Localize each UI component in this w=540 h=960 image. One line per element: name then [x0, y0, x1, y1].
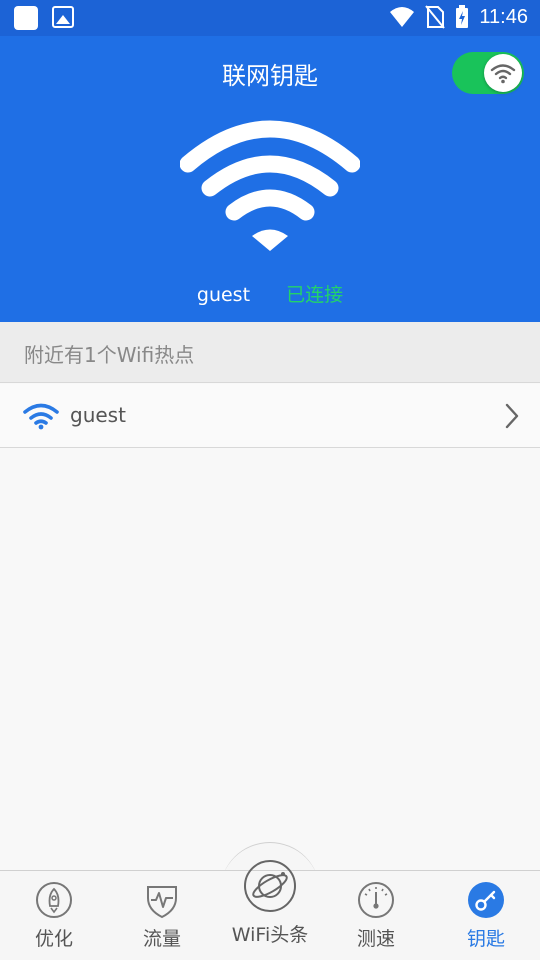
wifi-signal-icon: [390, 7, 415, 27]
chevron-right-icon: [505, 403, 519, 429]
wifi-toggle[interactable]: [452, 52, 524, 94]
connected-network-row: guest 已连接: [0, 280, 540, 307]
tab-optimize[interactable]: 优化: [0, 878, 108, 951]
nearby-summary: 附近有1个Wifi热点: [24, 343, 195, 367]
wifi-icon: [23, 403, 59, 430]
wifi-icon: [490, 64, 516, 84]
nearby-hotspots-header: 附近有1个Wifi热点: [0, 322, 540, 383]
connection-header: 联网钥匙 guest 已连接: [0, 36, 540, 322]
tab-wifi-news[interactable]: WiFi头条: [220, 858, 320, 947]
pulse-shield-icon: [147, 886, 177, 919]
connected-ssid: guest: [196, 284, 251, 306]
app-notification-icon: [14, 6, 38, 30]
tab-label: 钥匙: [466, 928, 505, 950]
key-icon: [468, 882, 504, 918]
connection-status: 已连接: [286, 284, 344, 306]
toggle-knob: [484, 54, 522, 92]
battery-charging-icon: [456, 5, 469, 28]
rocket-icon: [36, 882, 72, 918]
tab-key[interactable]: 钥匙: [432, 878, 540, 951]
network-name: guest: [70, 403, 126, 427]
large-wifi-icon: [180, 120, 360, 251]
tab-label: WiFi头条: [231, 924, 309, 946]
no-sim-icon: [425, 5, 446, 29]
tab-label: 优化: [34, 928, 73, 950]
list-item[interactable]: guest: [0, 384, 540, 448]
tab-speed-test[interactable]: 测速: [322, 878, 430, 951]
planet-icon: [244, 860, 296, 912]
status-bar: 11:46: [0, 0, 540, 36]
tab-traffic[interactable]: 流量: [108, 878, 216, 951]
speedometer-icon: [358, 882, 394, 918]
status-time: 11:46: [479, 5, 528, 28]
tab-label: 测速: [356, 928, 395, 950]
image-notification-icon: [52, 6, 74, 28]
tab-label: 流量: [142, 928, 181, 950]
